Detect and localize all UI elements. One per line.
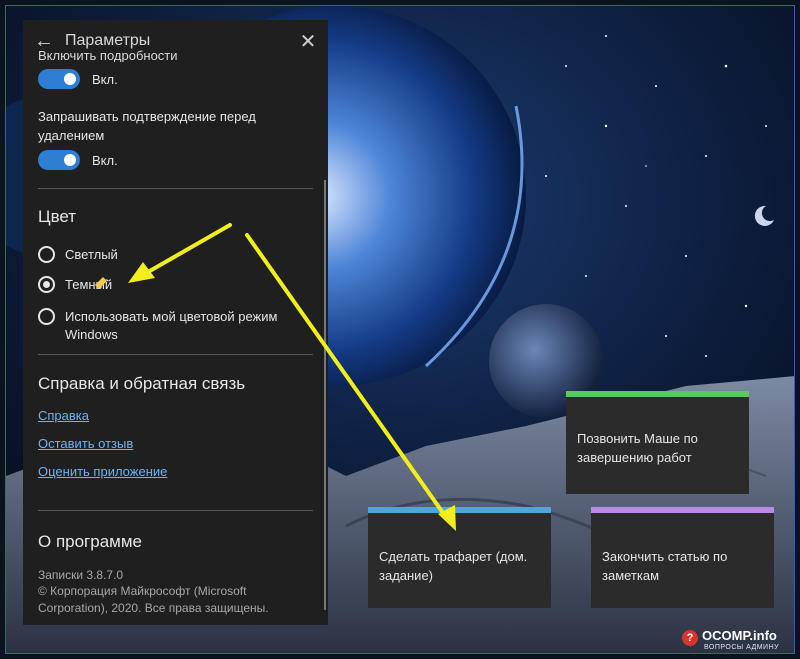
note-color-bar [368, 507, 551, 513]
divider [38, 188, 313, 189]
radio-windows-mode[interactable] [38, 308, 55, 325]
about-heading: О программе [38, 532, 143, 551]
details-toggle-state: Вкл. [92, 72, 118, 87]
copyright-text: © Корпорация Майкрософт (Microsoft Corpo… [38, 584, 269, 615]
radio-light[interactable] [38, 246, 55, 263]
note-text: Закончить статью по заметкам [602, 549, 728, 583]
panel-scrollbar[interactable] [324, 180, 326, 610]
radio-dark-label[interactable]: Темный [65, 276, 112, 294]
details-toggle[interactable] [38, 69, 80, 89]
note-text: Позвонить Маше по завершению работ [577, 431, 698, 465]
sticky-note[interactable]: Сделать трафарет (дом. задание) [368, 507, 551, 608]
panel-title: Параметры [65, 32, 151, 49]
watermark-tagline: ВОПРОСЫ АДМИНУ [704, 644, 780, 651]
help-heading: Справка и обратная связь [38, 374, 246, 393]
version-text: Записки 3.8.7.0 [38, 568, 124, 582]
close-icon[interactable]: ✕ [296, 29, 320, 53]
confirm-delete-label: Запрашивать подтверждение перед удаление… [38, 109, 256, 143]
radio-windows-mode-label[interactable]: Использовать мой цветовой режим Windows [65, 308, 315, 344]
note-color-bar [591, 507, 774, 513]
radio-dark[interactable] [38, 276, 55, 293]
feedback-link[interactable]: Оставить отзыв [38, 436, 133, 451]
confirm-delete-toggle[interactable] [38, 150, 80, 170]
divider [38, 510, 313, 511]
rate-app-link[interactable]: Оценить приложение [38, 464, 167, 479]
help-link[interactable]: Справка [38, 408, 89, 423]
radio-light-label[interactable]: Светлый [65, 246, 118, 264]
note-text: Сделать трафарет (дом. задание) [379, 549, 528, 583]
details-toggle-label: Включить подробности [38, 50, 178, 62]
sticky-note[interactable]: Позвонить Маше по завершению работ [566, 391, 749, 494]
back-arrow-icon[interactable]: ← [33, 30, 55, 52]
sticky-note[interactable]: Закончить статью по заметкам [591, 507, 774, 608]
divider [38, 354, 313, 355]
settings-panel: ← Параметры ✕ Включить подробности Вкл. … [23, 20, 328, 625]
color-heading: Цвет [38, 207, 77, 226]
note-color-bar [566, 391, 749, 397]
watermark: ? OCOMP.info ВОПРОСЫ АДМИНУ [680, 626, 795, 654]
watermark-name: OCOMP.info [702, 628, 777, 643]
ocomp-logo-icon: ? [682, 630, 698, 646]
confirm-delete-toggle-state: Вкл. [92, 153, 118, 168]
